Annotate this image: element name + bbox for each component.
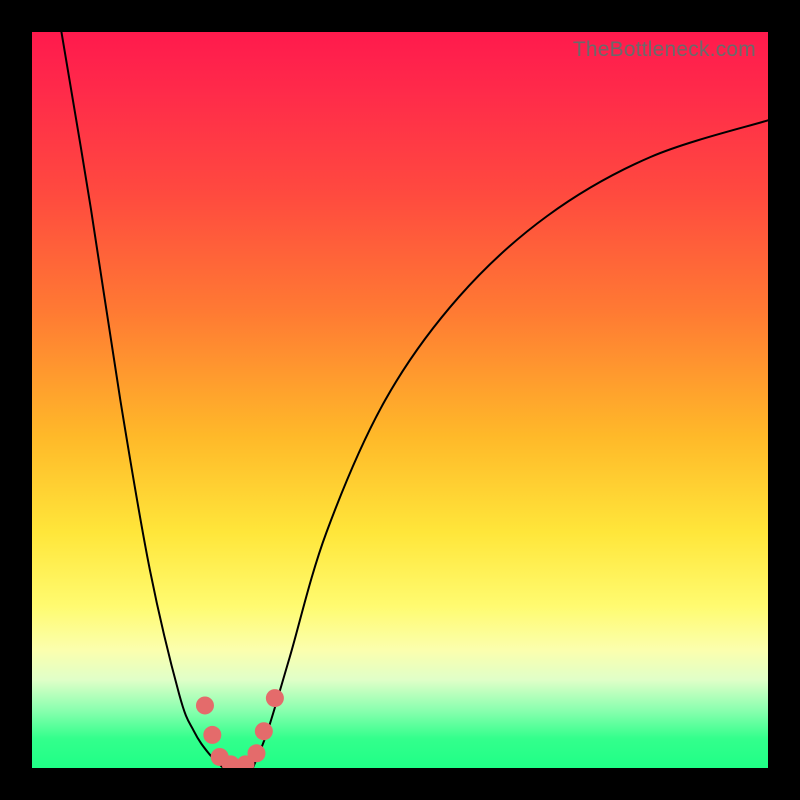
sweet-spot-marker: [255, 722, 273, 740]
sweet-spot-markers: [196, 689, 284, 768]
curve-layer: [32, 32, 768, 768]
sweet-spot-marker: [247, 744, 265, 762]
chart-frame: TheBottleneck.com: [0, 0, 800, 800]
left-branch-curve: [61, 32, 223, 768]
right-branch-curve: [253, 120, 768, 768]
plot-area: TheBottleneck.com: [32, 32, 768, 768]
sweet-spot-marker: [196, 696, 214, 714]
sweet-spot-marker: [203, 726, 221, 744]
sweet-spot-marker: [266, 689, 284, 707]
